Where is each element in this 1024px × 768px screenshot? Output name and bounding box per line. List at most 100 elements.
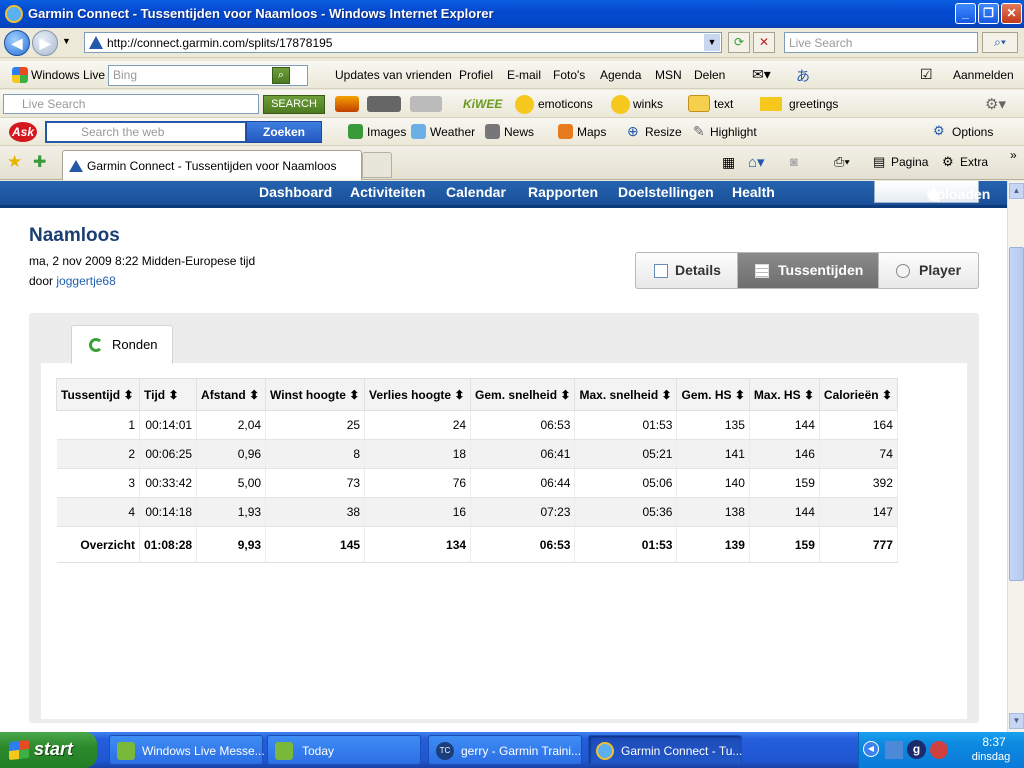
live-toolbar-search-input[interactable]: Live Search bbox=[3, 94, 259, 114]
minimize-button[interactable]: _ bbox=[955, 3, 976, 24]
col-distance[interactable]: Afstand ⬍ bbox=[196, 378, 267, 411]
clock-time[interactable]: 8:37 bbox=[969, 735, 1019, 749]
ask-logo[interactable]: Ask bbox=[9, 122, 37, 142]
splits-view-button[interactable]: Tussentijden bbox=[738, 253, 878, 288]
msn-link-share[interactable]: Delen bbox=[694, 68, 725, 82]
newspaper-icon[interactable] bbox=[410, 96, 442, 112]
news-icon[interactable] bbox=[485, 124, 500, 139]
ask-highlight[interactable]: Highlight bbox=[710, 125, 757, 139]
nav-dashboard[interactable]: Dashboard bbox=[259, 184, 332, 200]
resize-icon[interactable]: ⊕ bbox=[627, 123, 639, 140]
ask-weather[interactable]: Weather bbox=[430, 125, 475, 139]
winks-menu[interactable]: winks bbox=[633, 97, 663, 111]
weather-icon[interactable] bbox=[411, 124, 426, 139]
checkbox-icon[interactable]: ☑ bbox=[920, 66, 933, 83]
camera-icon[interactable] bbox=[367, 96, 401, 112]
ask-search-input[interactable]: Search the web bbox=[45, 121, 247, 143]
msn-link-agenda[interactable]: Agenda bbox=[600, 68, 641, 82]
nav-health[interactable]: Health bbox=[732, 184, 775, 200]
images-icon[interactable] bbox=[348, 124, 363, 139]
tab-laps[interactable]: Ronden bbox=[71, 325, 173, 364]
msn-link-photos[interactable]: Foto's bbox=[553, 68, 585, 82]
nav-activities[interactable]: Activiteiten bbox=[350, 184, 425, 200]
user-link[interactable]: joggertje68 bbox=[56, 274, 115, 288]
col-avg-speed[interactable]: Gem. snelheid ⬍ bbox=[470, 378, 576, 411]
upload-button[interactable]: 🡅 Uploaden bbox=[874, 181, 990, 203]
kiwee-logo[interactable]: KiWEE bbox=[463, 97, 502, 111]
emoticons-menu[interactable]: emoticons bbox=[538, 97, 593, 111]
url-dropdown[interactable]: ▼ bbox=[704, 34, 720, 51]
wink-icon[interactable] bbox=[611, 95, 630, 114]
start-button[interactable]: start bbox=[0, 732, 97, 768]
security-icon[interactable] bbox=[930, 741, 948, 759]
maps-icon[interactable] bbox=[558, 124, 573, 139]
stop-button[interactable]: ✕ bbox=[753, 32, 775, 53]
tray-expand-icon[interactable]: ◀ bbox=[863, 741, 879, 757]
nav-reports[interactable]: Rapporten bbox=[528, 184, 598, 200]
history-dropdown[interactable]: ▼ bbox=[62, 36, 71, 46]
restore-button[interactable]: ❐ bbox=[978, 3, 999, 24]
details-view-button[interactable]: Details bbox=[636, 253, 738, 288]
greetings-menu[interactable]: greetings bbox=[789, 97, 838, 111]
ask-options[interactable]: Options bbox=[952, 125, 993, 139]
tab-garmin-connect[interactable]: Garmin Connect - Tussentijden voor Naaml… bbox=[62, 150, 362, 180]
sunset-icon[interactable] bbox=[335, 96, 359, 112]
mail-icon[interactable]: ✉▾ bbox=[752, 66, 771, 83]
text-menu[interactable]: text bbox=[714, 97, 733, 111]
scroll-up-arrow-icon[interactable]: ▲ bbox=[1009, 183, 1024, 199]
windows-live-brand[interactable]: Windows Live bbox=[31, 68, 105, 82]
col-elev-gain[interactable]: Winst hoogte ⬍ bbox=[265, 378, 366, 411]
vertical-scrollbar[interactable]: ▲ ▼ bbox=[1007, 181, 1024, 732]
player-view-button[interactable]: Player bbox=[878, 253, 978, 288]
g-tray-icon[interactable]: g bbox=[907, 740, 926, 759]
gear-icon[interactable]: ⚙▾ bbox=[985, 95, 1006, 113]
col-avg-hr[interactable]: Gem. HS ⬍ bbox=[676, 378, 750, 411]
scroll-down-arrow-icon[interactable]: ▼ bbox=[1009, 713, 1024, 729]
options-gear-icon[interactable]: ⚙ bbox=[933, 123, 945, 139]
nav-calendar[interactable]: Calendar bbox=[446, 184, 506, 200]
col-time[interactable]: Tijd ⬍ bbox=[138, 378, 198, 411]
live-toolbar-search-button[interactable]: SEARCH bbox=[263, 95, 325, 114]
msn-link-email[interactable]: E-mail bbox=[507, 68, 541, 82]
rss-icon[interactable]: ◙ bbox=[790, 154, 798, 169]
refresh-button[interactable]: ⟳ bbox=[728, 32, 750, 53]
col-max-speed[interactable]: Max. snelheid ⬍ bbox=[574, 378, 678, 411]
ask-maps[interactable]: Maps bbox=[577, 125, 606, 139]
col-max-hr[interactable]: Max. HS ⬍ bbox=[748, 378, 820, 411]
ask-news[interactable]: News bbox=[504, 125, 534, 139]
forward-button[interactable]: ▶ bbox=[32, 30, 58, 56]
url-field[interactable]: http://connect.garmin.com/splits/1787819… bbox=[84, 32, 722, 53]
msn-link-profile[interactable]: Profiel bbox=[459, 68, 493, 82]
msn-link-updates[interactable]: Updates van vrienden bbox=[335, 68, 452, 82]
bing-search-button[interactable]: ⌕ bbox=[272, 67, 290, 84]
task-garmin-connect[interactable]: Garmin Connect - Tu... bbox=[588, 735, 742, 765]
abc-icon[interactable] bbox=[688, 95, 710, 112]
chevron-right-icon[interactable]: » bbox=[1010, 148, 1017, 162]
scroll-thumb[interactable] bbox=[1009, 247, 1024, 581]
home-icon[interactable]: ⌂▾ bbox=[748, 153, 765, 171]
print-icon[interactable]: ⎙▾ bbox=[834, 154, 850, 170]
task-garmin-training-center[interactable]: TC gerry - Garmin Traini... bbox=[428, 735, 582, 765]
favorites-star-icon[interactable]: ★ bbox=[7, 152, 22, 172]
live-search-input[interactable]: Live Search bbox=[784, 32, 978, 53]
col-calories[interactable]: Calorieën ⬍ bbox=[818, 378, 898, 411]
page-menu[interactable]: Pagina bbox=[891, 155, 928, 169]
signin-link[interactable]: Aanmelden bbox=[953, 68, 1014, 82]
translate-icon[interactable]: あ bbox=[796, 66, 810, 86]
task-today[interactable]: Today bbox=[267, 735, 421, 765]
search-go-button[interactable]: ⌕▾ bbox=[982, 32, 1018, 53]
task-windows-live-messenger[interactable]: Windows Live Messe... bbox=[109, 735, 265, 765]
msn-link-msn[interactable]: MSN bbox=[655, 68, 682, 82]
back-button[interactable]: ◀ bbox=[4, 30, 30, 56]
add-favorite-icon[interactable]: ✚ bbox=[33, 152, 46, 172]
col-elev-loss[interactable]: Verlies hoogte ⬍ bbox=[364, 378, 472, 411]
ask-search-button[interactable]: Zoeken bbox=[246, 121, 322, 143]
ask-images[interactable]: Images bbox=[367, 125, 406, 139]
smiley-icon[interactable] bbox=[515, 95, 534, 114]
ask-resize[interactable]: Resize bbox=[645, 125, 682, 139]
col-split[interactable]: Tussentijd ⬍ bbox=[56, 378, 140, 411]
users-icon[interactable] bbox=[885, 741, 903, 759]
nav-goals[interactable]: Doelstellingen bbox=[618, 184, 714, 200]
feeds-icon[interactable]: ▦ bbox=[722, 154, 735, 171]
highlight-icon[interactable]: ✎ bbox=[693, 123, 705, 140]
